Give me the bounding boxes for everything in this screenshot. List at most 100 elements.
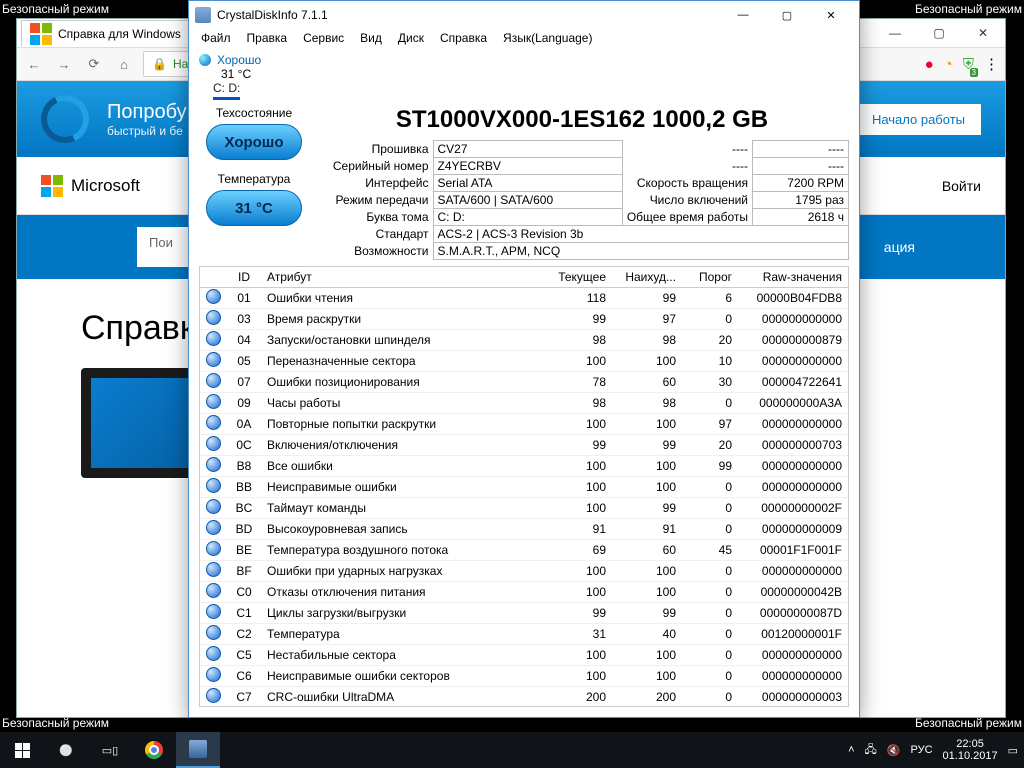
task-view-button[interactable]: ▭▯ xyxy=(88,732,132,768)
crystaldiskinfo-window: CrystalDiskInfo 7.1.1 — ▢ ✕ ФайлПравкаСе… xyxy=(188,0,860,718)
menu-item[interactable]: Правка xyxy=(241,29,294,51)
home-button[interactable]: ⌂ xyxy=(113,53,135,75)
status-orb-icon xyxy=(206,331,221,346)
chrome-icon xyxy=(145,741,163,759)
tray-volume-muted-icon[interactable]: 🔇 xyxy=(887,744,901,757)
status-orb-icon xyxy=(206,478,221,493)
start-button[interactable] xyxy=(0,732,44,768)
tray-network-icon[interactable]: 🖧 xyxy=(865,741,877,760)
taskbar-app-crystaldiskinfo[interactable] xyxy=(176,732,220,768)
smart-row[interactable]: 04Запуски/остановки шпинделя989820000000… xyxy=(200,330,848,351)
status-orb-icon xyxy=(206,541,221,556)
status-orb-icon xyxy=(206,499,221,514)
extension-icon[interactable]: ⛨3 xyxy=(963,56,974,73)
tray-chevron-icon[interactable]: ˄ xyxy=(848,744,854,756)
smart-row[interactable]: BCТаймаут команды10099000000000002F xyxy=(200,498,848,519)
taskbar: ⚪ ▭▯ ˄ 🖧 🔇 РУС 22:05 01.10.2017 ▭ xyxy=(0,732,1024,768)
minimize-button[interactable]: — xyxy=(721,1,765,29)
status-orb-icon xyxy=(206,583,221,598)
status-orb-icon xyxy=(206,688,221,703)
ms-favicon-icon xyxy=(30,23,52,45)
status-orb-icon xyxy=(206,394,221,409)
status-orb-icon xyxy=(206,373,221,388)
reload-button[interactable]: ⟳ xyxy=(83,53,105,75)
close-button[interactable]: ✕ xyxy=(809,1,853,29)
status-good-text: Хорошо xyxy=(217,53,261,67)
status-orb-icon xyxy=(206,310,221,325)
safe-mode-label: Безопасный режим xyxy=(2,2,109,16)
drive-properties: ПрошивкаCV27 -------- Серийный номерZ4YE… xyxy=(315,140,849,260)
menu-item[interactable]: Сервис xyxy=(297,29,350,51)
drive-model: ST1000VX000-1ES162 1000,2 GB xyxy=(315,106,849,134)
tray-language[interactable]: РУС xyxy=(911,744,933,756)
smart-row[interactable]: BDВысокоуровневая запись9191000000000000… xyxy=(200,519,848,540)
status-orb-icon xyxy=(206,289,221,304)
safe-mode-label: Безопасный режим xyxy=(915,716,1022,730)
smart-row[interactable]: BFОшибки при ударных нагрузках1001000000… xyxy=(200,561,848,582)
smart-row[interactable]: B8Все ошибки10010099000000000000 xyxy=(200,456,848,477)
maximize-button[interactable]: ▢ xyxy=(917,19,961,47)
login-link[interactable]: Войти xyxy=(942,178,981,194)
menu-item[interactable]: Язык(Language) xyxy=(497,29,598,51)
smart-row[interactable]: 01Ошибки чтения11899600000B04FDB8 xyxy=(200,288,848,309)
status-orb-icon xyxy=(206,604,221,619)
minimize-button[interactable]: — xyxy=(873,19,917,47)
drive-tab[interactable]: C: D: xyxy=(213,81,240,100)
smart-row[interactable]: 03Время раскрутки99970000000000000 xyxy=(200,309,848,330)
smart-row[interactable]: 0AПовторные попытки раскрутки10010097000… xyxy=(200,414,848,435)
status-orb-icon xyxy=(206,520,221,535)
menu-button[interactable]: ⋮ xyxy=(984,55,999,73)
smart-row[interactable]: C0Отказы отключения питания1001000000000… xyxy=(200,582,848,603)
search-button[interactable]: ⚪ xyxy=(44,732,88,768)
health-label: Техсостояние xyxy=(199,106,309,120)
crystaldiskinfo-icon xyxy=(189,740,207,758)
smart-row[interactable]: C2Температура3140000120000001F xyxy=(200,624,848,645)
status-orb-icon xyxy=(206,352,221,367)
smart-row[interactable]: C1Циклы загрузки/выгрузки999900000000008… xyxy=(200,603,848,624)
menu-item[interactable]: Вид xyxy=(354,29,388,51)
smart-row[interactable]: BEТемпература воздушного потока696045000… xyxy=(200,540,848,561)
browser-tab[interactable]: Справка для Windows xyxy=(21,20,190,46)
menu-item[interactable]: Файл xyxy=(195,29,237,51)
hero-cta-button[interactable]: Начало работы xyxy=(856,104,981,135)
app-icon xyxy=(195,7,211,23)
tab-title: Справка для Windows xyxy=(58,27,181,41)
back-button[interactable]: ← xyxy=(23,53,45,75)
smart-row[interactable]: 0CВключения/отключения999920000000000703 xyxy=(200,435,848,456)
temp-pill: 31 °C xyxy=(206,190,302,226)
forward-button[interactable]: → xyxy=(53,53,75,75)
tray-clock[interactable]: 22:05 01.10.2017 xyxy=(943,738,998,762)
menu-item[interactable]: Диск xyxy=(392,29,430,51)
smart-row[interactable]: C5Нестабильные сектора100100000000000000… xyxy=(200,645,848,666)
maximize-button[interactable]: ▢ xyxy=(765,1,809,29)
extension-icon[interactable]: ● xyxy=(925,56,934,73)
close-button[interactable]: ✕ xyxy=(961,19,1005,47)
status-orb-icon xyxy=(206,667,221,682)
window-titlebar[interactable]: CrystalDiskInfo 7.1.1 — ▢ ✕ xyxy=(189,1,859,29)
tray-notifications-icon[interactable]: ▭ xyxy=(1008,744,1018,757)
smart-row[interactable]: 07Ошибки позиционирования786030000004722… xyxy=(200,372,848,393)
smart-row[interactable]: BBНеисправимые ошибки1001000000000000000 xyxy=(200,477,848,498)
safe-mode-label: Безопасный режим xyxy=(915,2,1022,16)
status-orb-icon xyxy=(206,625,221,640)
menu-item[interactable]: Справка xyxy=(434,29,493,51)
status-orb-icon xyxy=(206,415,221,430)
smart-row[interactable]: C7CRC-ошибки UltraDMA2002000000000000003 xyxy=(200,687,848,708)
microsoft-logo[interactable]: Microsoft xyxy=(41,175,140,197)
menu-bar: ФайлПравкаСервисВидДискСправкаЯзык(Langu… xyxy=(189,29,859,51)
smart-table[interactable]: ID Атрибут Текущее Наихуд... Порог Raw-з… xyxy=(199,266,849,707)
status-orb-icon xyxy=(206,457,221,472)
smart-row[interactable]: 05Переназначенные сектора100100100000000… xyxy=(200,351,848,372)
status-dot-icon xyxy=(199,54,211,66)
temp-label: Температура xyxy=(199,172,309,186)
taskbar-app-chrome[interactable] xyxy=(132,732,176,768)
health-status-pill: Хорошо xyxy=(206,124,302,160)
status-orb-icon xyxy=(206,436,221,451)
smart-row[interactable]: C6Неисправимые ошибки секторов1001000000… xyxy=(200,666,848,687)
extension-icon[interactable]: ◔ xyxy=(944,56,953,73)
smart-row[interactable]: 09Часы работы98980000000000A3A xyxy=(200,393,848,414)
bluebar-item-info[interactable]: ация xyxy=(884,239,915,255)
window-title: CrystalDiskInfo 7.1.1 xyxy=(217,8,328,22)
status-orb-icon xyxy=(206,646,221,661)
microsoft-label: Microsoft xyxy=(71,176,140,196)
